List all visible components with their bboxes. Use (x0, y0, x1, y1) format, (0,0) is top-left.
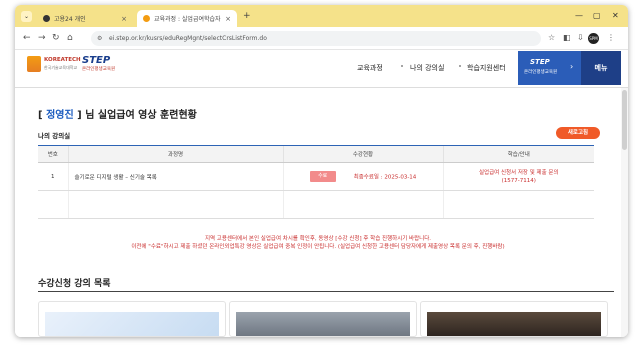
forward-arrow-icon[interactable]: → (38, 33, 46, 43)
extensions-icon[interactable]: ◧ (563, 33, 571, 42)
profile-avatar[interactable]: SPM (588, 33, 599, 44)
browser-window: ⌄ 고용24 개인 × 교육과정 : 실업급여학습자 × + — ▢ ✕ ← →… (15, 5, 628, 337)
back-arrow-icon[interactable]: ← (23, 33, 31, 43)
course-card[interactable] (229, 301, 417, 337)
tab-strip: ⌄ 고용24 개인 × 교육과정 : 실업급여학습자 × + — ▢ ✕ (15, 5, 628, 27)
tab-title: 교육과정 : 실업급여학습자 (154, 16, 221, 23)
koreatech-emblem-icon (27, 56, 41, 72)
main-content: [ 정영진 ] 님 실업급여 영상 훈련현황 나의 강의실 새로고침 번호 과정… (15, 88, 621, 337)
step-button-title: STEP (530, 58, 550, 66)
goyong24-favicon-icon (43, 15, 50, 22)
tab-title: 고용24 개인 (54, 16, 86, 23)
user-name: 정영진 (46, 110, 74, 121)
title-text: ] 님 실업급여 영상 훈련현황 (73, 110, 197, 121)
chevron-right-icon: › (570, 62, 574, 71)
guide-text-2[interactable]: (1577-7114) (444, 177, 595, 185)
course-thumbnail (236, 312, 410, 336)
close-window-icon[interactable]: ✕ (612, 11, 619, 20)
close-icon[interactable]: × (225, 15, 231, 23)
col-header-status: 수강현황 (282, 145, 443, 163)
col-header-course: 과정명 (67, 145, 283, 163)
enrollment-list-title: 수강신청 강의 목록 (38, 279, 111, 289)
empty-cell (442, 190, 594, 219)
step-favicon-icon (143, 15, 150, 22)
scrollbar-thumb[interactable] (622, 90, 627, 150)
tab-course[interactable]: 교육과정 : 실업급여학습자 × (137, 10, 237, 27)
new-tab-plus-icon[interactable]: + (243, 11, 251, 21)
status-badge[interactable]: 수료 (309, 171, 336, 182)
table-row-empty (38, 190, 594, 219)
tab-goyong24[interactable]: 고용24 개인 × (37, 10, 133, 27)
browser-toolbar: ← → ↻ ⌂ ⚙ ei.step.or.kr/kusrs/eduRegMgnt… (15, 27, 628, 50)
row-no: 1 (38, 162, 68, 191)
nav-courses[interactable]: 교육과정 (357, 63, 383, 73)
section-label: 나의 강의실 (38, 132, 71, 140)
empty-cell (282, 190, 443, 219)
row-course-name[interactable]: 슬기로운 디지털 생활 – 신기술 목록 (67, 162, 283, 191)
notice-line-2: 이전에 "수료"하시고 제출 하셨던 온라인외업특강 영상은 실업급여 중복 인… (131, 244, 505, 250)
nav-separator (459, 65, 461, 67)
notice-line-1: 지역 고용센터에서 본인 실업급여 차시를 확인후, 동영상 [수강 신청] 후… (204, 236, 432, 242)
site-header: KOREATECH 한국기술교육대학교 STEP 온라인평생교육원 교육과정 나… (15, 50, 628, 88)
row-guide-cell: 실업급여 신청서 저장 및 제출 문의 (1577-7114) (442, 162, 595, 191)
table-row: 1 슬기로운 디지털 생활 – 신기술 목록 수료 최종수료일 : 2025-03… (38, 162, 595, 191)
close-icon[interactable]: × (121, 15, 127, 23)
reload-icon[interactable]: ↻ (52, 33, 60, 43)
empty-cell (38, 190, 68, 219)
nav-support-center[interactable]: 학습지원센터 (467, 63, 506, 73)
tab-search-button[interactable]: ⌄ (21, 11, 32, 22)
download-icon[interactable]: ⇩ (577, 33, 584, 42)
page-scrollbar[interactable] (621, 88, 628, 337)
refresh-button[interactable]: 새로고침 (556, 127, 600, 139)
col-header-no: 번호 (38, 145, 68, 163)
site-info-icon[interactable]: ⚙ (97, 31, 102, 46)
page-title: [ 정영진 ] 님 실업급여 영상 훈련현황 (38, 106, 197, 121)
course-thumbnail (427, 312, 601, 336)
title-bracket: [ (38, 110, 47, 121)
nav-separator (401, 65, 403, 67)
course-card[interactable] (420, 301, 608, 337)
address-bar[interactable]: ⚙ ei.step.or.kr/kusrs/eduRegMgnt/selectC… (91, 31, 541, 46)
last-study-date: 최종수료일 : 2025-03-14 (353, 174, 417, 181)
step-logo[interactable]: STEP 온라인평생교육원 (82, 55, 115, 72)
bookmark-star-icon[interactable]: ☆ (548, 33, 555, 42)
section-divider (38, 291, 614, 292)
course-card[interactable] (38, 301, 226, 337)
url-text: ei.step.or.kr/kusrs/eduRegMgnt/selectCrs… (109, 35, 267, 42)
course-thumbnail (45, 312, 219, 336)
step-button-subtitle: 온라인평생교육원 (524, 70, 558, 75)
logo1-subtitle: 한국기술교육대학교 (44, 65, 78, 70)
empty-cell (67, 190, 283, 219)
menu-button[interactable]: 메뉴 (581, 51, 621, 85)
logo2-title: STEP (82, 55, 111, 66)
logo1-title: KOREATECH (44, 57, 81, 63)
logo2-subtitle: 온라인평생교육원 (82, 67, 116, 72)
col-header-guide: 학습/안내 (442, 145, 594, 163)
maximize-icon[interactable]: ▢ (593, 11, 601, 20)
step-home-button[interactable]: STEP 온라인평생교육원 › (518, 51, 581, 85)
minimize-icon[interactable]: — (575, 11, 583, 20)
home-icon[interactable]: ⌂ (67, 33, 73, 43)
course-table: 번호 과정명 수강현황 학습/안내 1 슬기로운 디지털 생활 – 신기술 목록… (38, 145, 594, 219)
more-menu-icon[interactable]: ⋮ (607, 33, 615, 42)
nav-my-classroom[interactable]: 나의 강의실 (410, 63, 444, 73)
row-status-cell: 수료 최종수료일 : 2025-03-14 (282, 162, 443, 191)
koreatech-logo[interactable]: KOREATECH 한국기술교육대학교 (27, 56, 81, 72)
guide-text-1[interactable]: 실업급여 신청서 저장 및 제출 문의 (444, 169, 595, 177)
